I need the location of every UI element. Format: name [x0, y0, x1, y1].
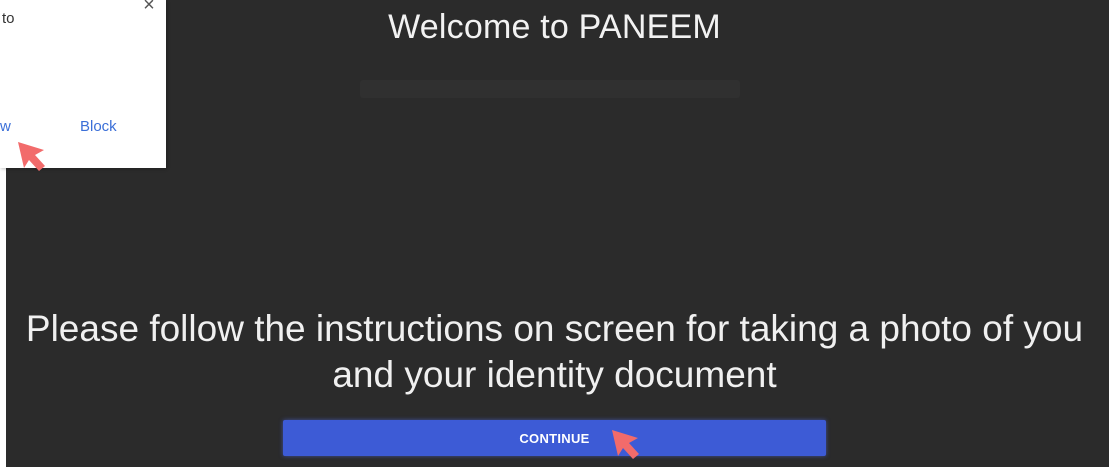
faint-subtitle-placeholder: [360, 80, 740, 98]
welcome-title: Welcome to PANEEM: [388, 8, 721, 46]
block-button[interactable]: Block: [80, 118, 117, 135]
allow-button[interactable]: w: [0, 118, 11, 135]
instructions-text: Please follow the instructions on screen…: [25, 308, 1084, 395]
continue-button[interactable]: CONTINUE: [283, 420, 826, 456]
close-icon[interactable]: ×: [138, 0, 160, 16]
screenshot-stage: Welcome to PANEEM Please follow the inst…: [0, 0, 1109, 467]
arrow-pointer-icon: [18, 142, 45, 171]
popup-message: to: [2, 10, 15, 27]
arrow-pointer-icon: [612, 430, 639, 459]
